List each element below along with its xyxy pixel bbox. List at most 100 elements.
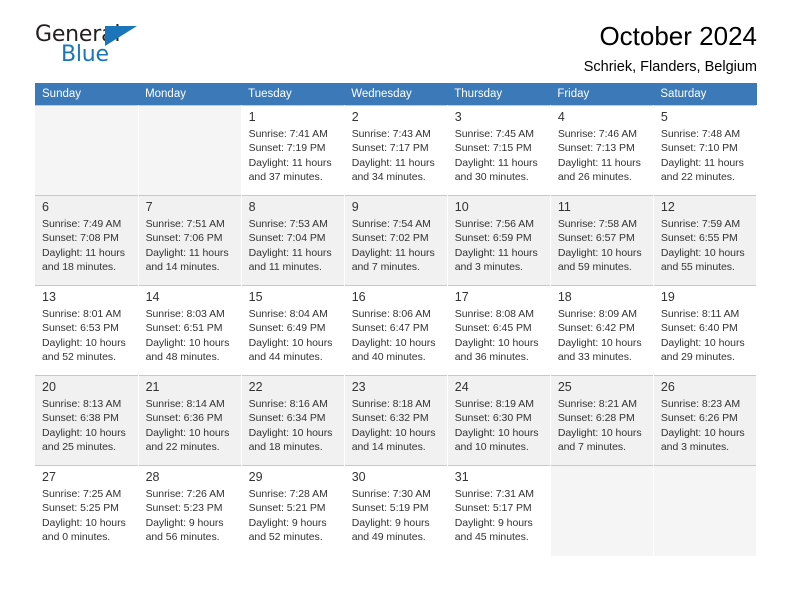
day-info-sunrise: Sunrise: 7:58 AM [557, 218, 637, 230]
day-info-daylight-2: and 25 minutes. [42, 441, 116, 454]
day-number: 16 [351, 290, 366, 304]
calendar-day-cell[interactable]: 19 Sunrise: 8:11 AM Sunset: 6:40 PM Dayligh… [653, 285, 758, 376]
calendar-day-cell[interactable]: 30 Sunrise: 7:30 AM Sunset: 5:19 PM Dayligh… [344, 465, 448, 556]
day-info-sunrise: Sunrise: 8:06 AM [351, 308, 431, 320]
day-info-daylight-1: Daylight: 10 hours [454, 426, 539, 439]
day-number: 30 [351, 470, 366, 484]
day-number: 1 [248, 110, 256, 124]
weekday-header-monday: Monday [138, 83, 242, 106]
weekday-header-sunday: Sunday [35, 83, 139, 106]
day-number: 19 [660, 290, 675, 304]
day-info-sunrise: Sunrise: 8:04 AM [248, 308, 328, 320]
day-number: 11 [557, 200, 571, 214]
day-info-sunrise: Sunrise: 7:53 AM [248, 218, 328, 230]
calendar-day-cell[interactable]: 17 Sunrise: 8:08 AM Sunset: 6:45 PM Dayligh… [447, 285, 551, 376]
day-info-daylight-1: Daylight: 10 hours [660, 246, 745, 259]
day-info-sunrise: Sunrise: 7:31 AM [454, 488, 534, 500]
day-info-daylight-2: and 18 minutes. [248, 441, 323, 454]
calendar-day-cell[interactable]: 27 Sunrise: 7:25 AM Sunset: 5:25 PM Dayligh… [35, 465, 139, 556]
day-info: Sunrise: 8:19 AM Sunset: 6:30 PM Daylight:… [455, 397, 544, 455]
calendar-day-cell[interactable]: 24 Sunrise: 8:19 AM Sunset: 6:30 PM Dayligh… [447, 375, 551, 466]
weekday-header-row: Sunday Monday Tuesday Wednesday Thursday… [35, 83, 757, 106]
day-info-daylight-1: Daylight: 10 hours [660, 426, 745, 439]
day-number: 13 [42, 290, 56, 304]
calendar-day-cell[interactable]: 15 Sunrise: 8:04 AM Sunset: 6:49 PM Dayligh… [241, 285, 345, 376]
calendar-day-cell[interactable]: 14 Sunrise: 8:03 AM Sunset: 6:51 PM Dayligh… [138, 285, 242, 376]
day-info: Sunrise: 7:48 AM Sunset: 7:10 PM Daylight:… [661, 127, 750, 185]
calendar-day-cell[interactable]: 25 Sunrise: 8:21 AM Sunset: 6:28 PM Dayligh… [550, 375, 654, 466]
page-header: General Blue October 2024 Schriek, Fland… [35, 0, 757, 75]
logo-text-blue: Blue [61, 42, 109, 67]
day-info: Sunrise: 7:45 AM Sunset: 7:15 PM Daylight:… [455, 127, 544, 185]
calendar-day-cell[interactable]: 2 Sunrise: 7:43 AM Sunset: 7:17 PM Daylight… [344, 105, 448, 196]
day-info: Sunrise: 8:23 AM Sunset: 6:26 PM Daylight:… [661, 397, 750, 455]
calendar-day-cell[interactable]: 21 Sunrise: 8:14 AM Sunset: 6:36 PM Dayligh… [138, 375, 242, 466]
calendar-day-cell[interactable]: 23 Sunrise: 8:18 AM Sunset: 6:32 PM Dayligh… [344, 375, 448, 466]
calendar-day-cell[interactable]: 31 Sunrise: 7:31 AM Sunset: 5:17 PM Dayligh… [447, 465, 551, 556]
calendar-week-row: 6 Sunrise: 7:49 AM Sunset: 7:08 PM Daylight… [35, 195, 758, 286]
calendar-day-cell[interactable]: 22 Sunrise: 8:16 AM Sunset: 6:34 PM Dayligh… [241, 375, 345, 466]
day-info-sunrise: Sunrise: 8:14 AM [145, 398, 225, 410]
day-info-sunset: Sunset: 7:13 PM [557, 142, 635, 155]
day-info: Sunrise: 7:54 AM Sunset: 7:02 PM Daylight:… [352, 217, 441, 275]
calendar-day-cell[interactable]: 5 Sunrise: 7:48 AM Sunset: 7:10 PM Daylight… [653, 105, 758, 196]
day-info-sunset: Sunset: 7:19 PM [248, 142, 326, 155]
day-info: Sunrise: 8:16 AM Sunset: 6:34 PM Daylight:… [249, 397, 338, 455]
day-info-daylight-2: and 7 minutes. [557, 441, 626, 454]
day-number: 3 [454, 110, 462, 124]
calendar-cell-empty [653, 465, 758, 556]
calendar-day-cell[interactable]: 10 Sunrise: 7:56 AM Sunset: 6:59 PM Dayligh… [447, 195, 551, 286]
calendar-week-row: 13 Sunrise: 8:01 AM Sunset: 6:53 PM Dayligh… [35, 285, 758, 376]
day-number: 6 [42, 200, 49, 214]
day-info: Sunrise: 8:11 AM Sunset: 6:40 PM Daylight:… [661, 307, 750, 365]
day-info-daylight-1: Daylight: 9 hours [351, 516, 430, 529]
calendar-day-cell[interactable]: 8 Sunrise: 7:53 AM Sunset: 7:04 PM Daylight… [241, 195, 345, 286]
day-info-sunset: Sunset: 6:32 PM [351, 412, 429, 425]
calendar-day-cell[interactable]: 1 Sunrise: 7:41 AM Sunset: 7:19 PM Daylight… [241, 105, 345, 196]
calendar-day-cell[interactable]: 3 Sunrise: 7:45 AM Sunset: 7:15 PM Daylight… [447, 105, 551, 196]
calendar-body: 1 Sunrise: 7:41 AM Sunset: 7:19 PM Daylight… [35, 105, 758, 556]
day-info: Sunrise: 8:01 AM Sunset: 6:53 PM Daylight:… [42, 307, 132, 365]
day-info-sunset: Sunset: 7:17 PM [351, 142, 429, 155]
day-number: 28 [145, 470, 160, 484]
calendar-day-cell[interactable]: 20 Sunrise: 8:13 AM Sunset: 6:38 PM Dayligh… [35, 375, 139, 466]
day-info-sunset: Sunset: 7:08 PM [42, 232, 119, 245]
calendar-day-cell[interactable]: 18 Sunrise: 8:09 AM Sunset: 6:42 PM Dayligh… [550, 285, 654, 376]
calendar-cell-empty [138, 105, 242, 196]
day-info-sunrise: Sunrise: 7:26 AM [145, 488, 225, 500]
calendar-day-cell[interactable]: 16 Sunrise: 8:06 AM Sunset: 6:47 PM Dayligh… [344, 285, 448, 376]
day-info-sunset: Sunset: 5:19 PM [351, 502, 429, 515]
day-info-daylight-2: and 29 minutes. [660, 351, 735, 364]
day-number: 29 [248, 470, 263, 484]
calendar-day-cell[interactable]: 28 Sunrise: 7:26 AM Sunset: 5:23 PM Dayligh… [138, 465, 242, 556]
day-info-sunset: Sunset: 6:47 PM [351, 322, 429, 335]
day-info-sunrise: Sunrise: 8:21 AM [557, 398, 637, 410]
day-info-sunset: Sunset: 6:45 PM [454, 322, 532, 335]
day-info-daylight-2: and 44 minutes. [248, 351, 323, 364]
day-info: Sunrise: 7:30 AM Sunset: 5:19 PM Daylight:… [352, 487, 441, 545]
day-info: Sunrise: 7:25 AM Sunset: 5:25 PM Daylight:… [42, 487, 132, 545]
calendar-day-cell[interactable]: 7 Sunrise: 7:51 AM Sunset: 7:06 PM Daylight… [138, 195, 242, 286]
day-info-sunrise: Sunrise: 7:49 AM [42, 218, 122, 230]
calendar-day-cell[interactable]: 9 Sunrise: 7:54 AM Sunset: 7:02 PM Daylight… [344, 195, 448, 286]
calendar-day-cell[interactable]: 6 Sunrise: 7:49 AM Sunset: 7:08 PM Daylight… [35, 195, 139, 286]
day-number: 10 [454, 200, 469, 214]
calendar-day-cell[interactable]: 13 Sunrise: 8:01 AM Sunset: 6:53 PM Dayligh… [35, 285, 139, 376]
day-info-daylight-2: and 52 minutes. [42, 351, 116, 364]
day-info-sunrise: Sunrise: 7:30 AM [351, 488, 431, 500]
day-number: 25 [557, 380, 572, 394]
day-info-daylight-2: and 10 minutes. [454, 441, 529, 454]
day-info-sunset: Sunset: 6:34 PM [248, 412, 326, 425]
title-block: October 2024 Schriek, Flanders, Belgium [584, 22, 757, 76]
generalblue-logo[interactable]: General Blue [35, 22, 147, 70]
calendar-day-cell[interactable]: 29 Sunrise: 7:28 AM Sunset: 5:21 PM Dayligh… [241, 465, 345, 556]
calendar-day-cell[interactable]: 26 Sunrise: 8:23 AM Sunset: 6:26 PM Dayligh… [653, 375, 758, 466]
day-info: Sunrise: 8:04 AM Sunset: 6:49 PM Daylight:… [249, 307, 338, 365]
calendar-day-cell[interactable]: 4 Sunrise: 7:46 AM Sunset: 7:13 PM Daylight… [550, 105, 654, 196]
day-info-daylight-1: Daylight: 10 hours [557, 426, 642, 439]
day-info-daylight-2: and 56 minutes. [145, 531, 220, 544]
calendar-day-cell[interactable]: 12 Sunrise: 7:59 AM Sunset: 6:55 PM Dayligh… [653, 195, 758, 286]
calendar-day-cell[interactable]: 11 Sunrise: 7:58 AM Sunset: 6:57 PM Dayligh… [550, 195, 654, 286]
day-number: 27 [42, 470, 56, 484]
day-info-sunset: Sunset: 7:04 PM [248, 232, 326, 245]
